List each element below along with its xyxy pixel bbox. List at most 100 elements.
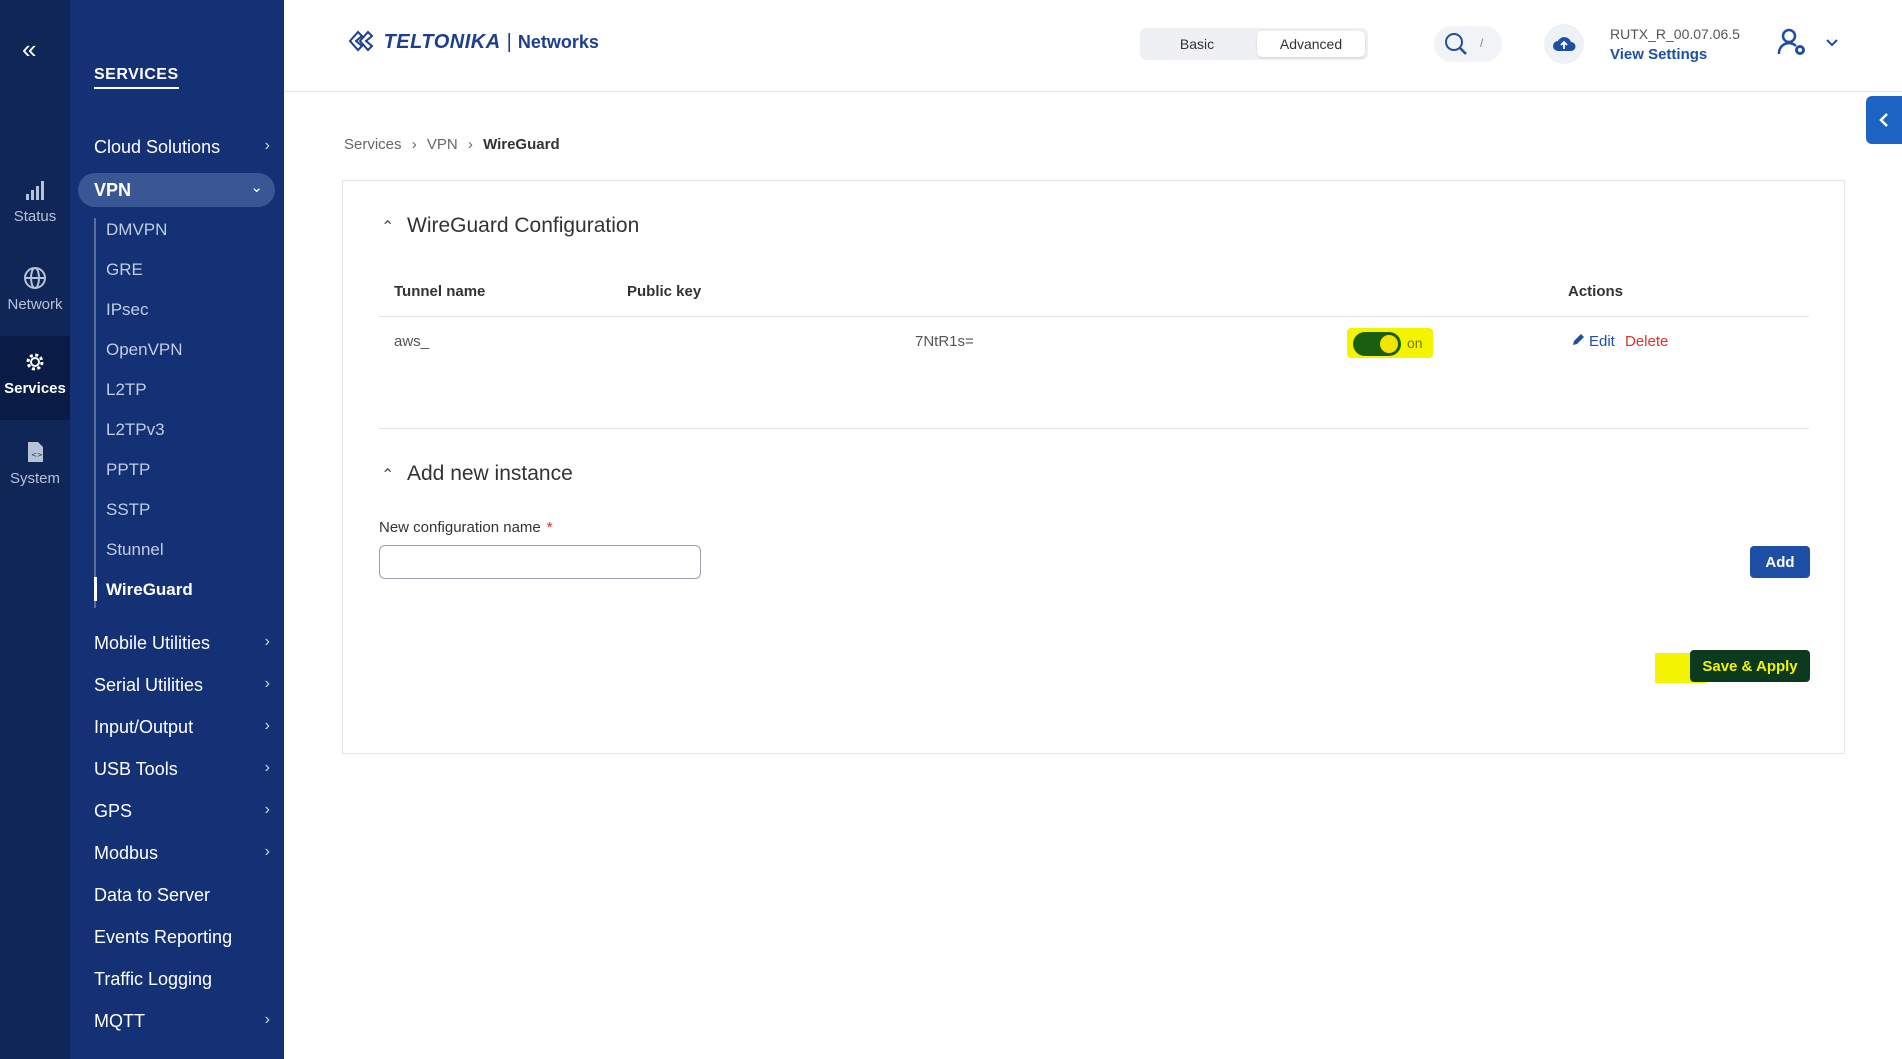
menu-item-mobile-utilities[interactable]: Mobile Utilities ›	[94, 633, 270, 654]
search-button[interactable]: /	[1434, 26, 1502, 62]
submenu-item-l2tp[interactable]: L2TP	[106, 380, 147, 400]
config-name-label: New configuration name *	[379, 519, 553, 536]
breadcrumb-vpn[interactable]: VPN	[427, 136, 458, 153]
menu-title: SERVICES	[94, 66, 179, 89]
chevron-down-icon[interactable]	[1824, 34, 1840, 50]
menu-item-data-to-server[interactable]: Data to Server	[94, 885, 270, 906]
top-header: TELTONIKA | Networks Basic Advanced / RUTX…	[284, 0, 1902, 92]
rail-label-status: Status	[13, 208, 57, 225]
chevron-up-icon: ⌃	[381, 467, 395, 484]
table-header-divider	[379, 316, 1809, 317]
menu-item-label: Input/Output	[94, 717, 194, 737]
rail-item-network[interactable]: Network	[0, 266, 70, 313]
mode-basic-button[interactable]: Basic	[1143, 31, 1251, 57]
mode-switch: Basic Advanced	[1140, 28, 1368, 60]
submenu-item-wireguard[interactable]: WireGuard	[106, 580, 193, 600]
chevron-right-icon: ›	[264, 843, 270, 860]
chevron-right-icon: ›	[264, 717, 270, 734]
delete-button[interactable]: Delete	[1625, 333, 1668, 350]
section-divider	[379, 428, 1809, 429]
brand-networks: Networks	[517, 32, 599, 52]
menu-item-input-output[interactable]: Input/Output ›	[94, 717, 270, 738]
enable-toggle[interactable]	[1353, 332, 1401, 356]
side-panel-toggle[interactable]	[1866, 96, 1902, 144]
submenu-item-dmvpn[interactable]: DMVPN	[106, 220, 167, 240]
config-name-input[interactable]	[379, 545, 701, 579]
menu-item-label: Modbus	[94, 843, 159, 863]
add-button[interactable]: Add	[1750, 546, 1810, 578]
submenu-item-stunnel[interactable]: Stunnel	[106, 540, 164, 560]
chevron-up-icon: ⌃	[381, 219, 395, 236]
chevron-right-icon: ›	[264, 1011, 270, 1028]
rail-label-services: Services	[4, 380, 66, 397]
submenu-guide-line	[94, 218, 96, 608]
menu-item-gps[interactable]: GPS ›	[94, 801, 270, 822]
user-menu-button[interactable]	[1776, 26, 1816, 62]
rail-item-status[interactable]: Status	[0, 178, 70, 225]
chevron-right-icon: ›	[264, 759, 270, 776]
col-header-actions: Actions	[1568, 283, 1624, 300]
mode-advanced-button[interactable]: Advanced	[1257, 31, 1365, 57]
menu-item-events-reporting[interactable]: Events Reporting	[94, 927, 270, 948]
menu-item-label: Events Reporting	[94, 927, 233, 947]
chevron-right-icon: ›	[467, 136, 473, 153]
menu-item-label: Cloud Solutions	[94, 137, 221, 157]
svg-text:<>: <>	[31, 451, 43, 459]
rail-label-network: Network	[7, 296, 63, 313]
breadcrumb-services[interactable]: Services	[344, 136, 402, 153]
toggle-status-label: on	[1407, 335, 1423, 351]
submenu-item-l2tpv3[interactable]: L2TPv3	[106, 420, 165, 440]
chevron-left-icon	[1879, 113, 1888, 127]
gear-icon	[26, 353, 44, 371]
user-settings-icon	[1777, 28, 1805, 55]
submenu-item-pptp[interactable]: PPTP	[106, 460, 150, 480]
search-icon	[1445, 33, 1467, 55]
required-marker: *	[546, 519, 553, 536]
config-section-title: WireGuard Configuration	[407, 214, 640, 237]
view-settings-link[interactable]: View Settings	[1610, 46, 1707, 63]
toggle-knob	[1380, 335, 1398, 353]
menu-item-modbus[interactable]: Modbus ›	[94, 843, 270, 864]
breadcrumb: Services › VPN › WireGuard	[344, 136, 566, 153]
menu-item-label: USB Tools	[94, 759, 178, 779]
edit-button[interactable]: Edit	[1571, 333, 1615, 350]
chevron-right-icon: ›	[264, 801, 270, 818]
brand-name: TELTONIKA	[383, 31, 501, 53]
new-instance-section-header[interactable]: ⌃ Add new instance	[381, 462, 573, 486]
tunnel-name-cell: aws_	[394, 333, 430, 350]
rail-label-system: System	[9, 470, 60, 487]
pencil-icon	[1573, 334, 1584, 345]
submenu-item-openvpn[interactable]: OpenVPN	[106, 340, 183, 360]
menu-item-label: VPN	[94, 180, 132, 200]
menu-item-usb-tools[interactable]: USB Tools ›	[94, 759, 270, 780]
teltonika-logo[interactable]: TELTONIKA | Networks	[348, 30, 599, 54]
save-apply-button[interactable]: Save & Apply	[1690, 650, 1810, 682]
menu-item-serial-utilities[interactable]: Serial Utilities ›	[94, 675, 270, 696]
signal-bars-icon	[26, 181, 44, 200]
col-header-tunnel-name: Tunnel name	[394, 283, 486, 300]
breadcrumb-wireguard: WireGuard	[483, 136, 560, 153]
wireguard-card: ⌃ WireGuard Configuration Tunnel name Pub…	[342, 180, 1845, 754]
menu-item-cloud-solutions[interactable]: Cloud Solutions ›	[94, 137, 270, 158]
submenu-item-ipsec[interactable]: IPsec	[106, 300, 149, 320]
submenu-item-sstp[interactable]: SSTP	[106, 500, 150, 520]
public-key-cell: 7NtR1s=	[915, 333, 974, 350]
rail-item-system[interactable]: <> System	[0, 440, 70, 487]
services-menu: SERVICES Cloud Solutions › VPN ⌄ DMVPN G…	[70, 0, 284, 1059]
config-name-label-text: New configuration name	[379, 519, 541, 536]
menu-item-label: Mobile Utilities	[94, 633, 211, 653]
config-section-header[interactable]: ⌃ WireGuard Configuration	[381, 214, 639, 238]
chevron-right-icon: ›	[264, 675, 270, 692]
menu-item-label: GPS	[94, 801, 133, 821]
active-indicator	[94, 577, 97, 601]
menu-item-label: Data to Server	[94, 885, 211, 905]
cloud-update-button[interactable]	[1544, 24, 1584, 64]
teltonika-logo-icon	[348, 30, 374, 52]
menu-item-vpn[interactable]: VPN ⌄	[78, 173, 275, 207]
icon-rail: « Status Network Services <> System	[0, 0, 70, 1059]
rail-item-services[interactable]: Services	[0, 336, 70, 420]
menu-item-mqtt[interactable]: MQTT ›	[94, 1011, 270, 1032]
menu-item-traffic-logging[interactable]: Traffic Logging	[94, 969, 270, 990]
submenu-item-gre[interactable]: GRE	[106, 260, 143, 280]
collapse-menu-icon[interactable]: «	[22, 36, 36, 62]
